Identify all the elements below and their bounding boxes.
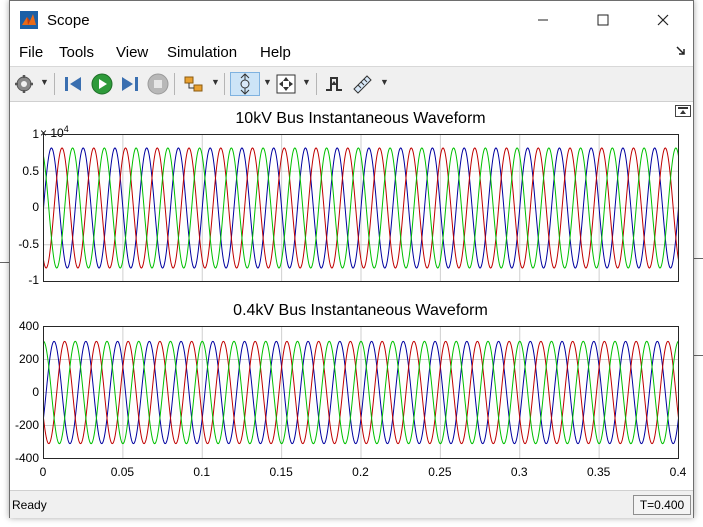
status-text: Ready (12, 498, 47, 512)
minimize-button[interactable] (513, 1, 573, 39)
y-tick-label: 1 (32, 127, 39, 141)
chevron-down-icon[interactable]: ▼ (211, 77, 220, 87)
menu-tools[interactable]: Tools (59, 44, 94, 61)
autoscale-icon (276, 74, 296, 94)
x-tick-label: 0.35 (586, 465, 611, 479)
menu-help[interactable]: Help (260, 44, 291, 61)
x-tick-label: 0.25 (428, 465, 452, 479)
background-line (694, 355, 703, 356)
x-tick-label: 0 (39, 465, 47, 479)
chevron-down-icon[interactable]: ▼ (380, 77, 389, 87)
background-line (694, 258, 703, 259)
settings-button[interactable] (12, 72, 36, 96)
y-tick-label: 400 (18, 319, 39, 333)
autoscale-button[interactable] (274, 72, 298, 96)
zoom-button[interactable] (230, 72, 260, 96)
stop-icon (147, 73, 169, 95)
cursor-measurements-button[interactable] (350, 72, 374, 96)
triggers-icon (326, 77, 342, 91)
stop-button[interactable] (146, 72, 170, 96)
plot-10kv-axes[interactable] (43, 134, 679, 282)
matlab-icon (20, 11, 38, 29)
menu-file[interactable]: File (19, 44, 43, 61)
plot-04kv-axes[interactable] (43, 326, 679, 459)
toolbar-separator (224, 73, 225, 95)
maximize-icon (597, 14, 609, 26)
status-bar: Ready T=0.400 (10, 490, 693, 518)
maximize-button[interactable] (573, 1, 633, 39)
toolbar-separator (174, 73, 175, 95)
x-tick-label: 0.15 (269, 465, 293, 479)
title-bar[interactable]: Scope (10, 1, 693, 39)
triggers-button[interactable] (322, 72, 346, 96)
x-tick-label: 0.3 (510, 465, 528, 479)
y-tick-label: 0.5 (22, 164, 39, 178)
highlight-block-icon (184, 76, 203, 92)
close-icon (657, 14, 669, 26)
y-tick-label: 0 (32, 200, 39, 214)
chevron-down-icon[interactable]: ▼ (263, 77, 272, 87)
step-forward-icon (122, 77, 138, 91)
background-line (0, 262, 9, 263)
minimize-icon (538, 19, 548, 21)
scope-window: Scope File Tools View Simulation Help ▼ … (9, 0, 694, 518)
y-tick-label: 200 (18, 352, 39, 366)
y-tick-label: -400 (14, 451, 39, 465)
chevron-down-icon[interactable]: ▼ (40, 77, 49, 87)
cursor-measurements-icon (353, 75, 372, 94)
window-title: Scope (47, 11, 90, 29)
plot-title: 10kV Bus Instantaneous Waveform (235, 110, 486, 127)
chevron-down-icon[interactable]: ▼ (302, 77, 311, 87)
highlight-block-button[interactable] (182, 72, 206, 96)
y-tick-label: -0.5 (18, 237, 39, 251)
run-icon (91, 73, 113, 95)
simulation-time: T=0.400 (633, 495, 691, 515)
plot-area[interactable]: 10kV Bus Instantaneous Waveform × 104 1 … (10, 102, 693, 490)
toolbar-separator (316, 73, 317, 95)
step-back-icon (65, 77, 81, 91)
y-tick-label: -200 (14, 418, 39, 432)
x-tick-label: 0.05 (110, 465, 135, 479)
run-button[interactable] (90, 72, 114, 96)
dock-arrow-icon[interactable] (675, 45, 687, 57)
y-tick-label: -1 (28, 273, 39, 287)
x-tick-label: 0.1 (193, 465, 211, 479)
toolbar-separator (54, 73, 55, 95)
plot-title: 0.4kV Bus Instantaneous Waveform (233, 302, 488, 319)
x-tick-label: 0.4 (669, 465, 687, 479)
settings-icon (15, 75, 33, 93)
step-back-button[interactable] (62, 72, 86, 96)
zoom-icon (240, 73, 250, 95)
step-forward-button[interactable] (118, 72, 142, 96)
x-tick-label: 0.2 (352, 465, 369, 479)
y-tick-label: 0 (32, 385, 39, 399)
menu-view[interactable]: View (116, 44, 148, 61)
menu-simulation[interactable]: Simulation (167, 44, 237, 61)
toolbar: ▼ ▼ ▼ ▼ ▼ (10, 67, 693, 102)
menu-bar: File Tools View Simulation Help (10, 39, 693, 67)
close-button[interactable] (633, 1, 693, 39)
